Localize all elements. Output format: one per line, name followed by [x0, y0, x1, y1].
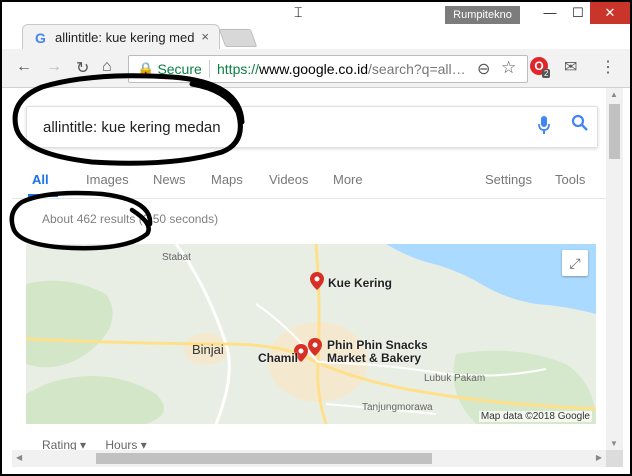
map-town-lubuk-pakam: Lubuk Pakam — [424, 373, 486, 384]
zoom-icon[interactable]: ⊖ — [477, 59, 490, 79]
secure-indicator[interactable]: 🔒 Secure — [137, 61, 202, 78]
map-place-phin-phin-line1[interactable]: Phin Phin Snacks — [327, 338, 428, 352]
scroll-left-icon[interactable]: ◀ — [16, 453, 22, 462]
map-pin-icon[interactable] — [310, 272, 324, 290]
url-path: /search?q=all… — [367, 61, 466, 77]
scroll-down-icon[interactable]: ▼ — [610, 439, 618, 448]
horizontal-scroll-thumb[interactable] — [96, 453, 432, 464]
map-place-phin-phin-line2[interactable]: Market & Bakery — [327, 351, 421, 365]
text-cursor-icon: ⌶ — [294, 4, 303, 20]
map-pin-icon[interactable] — [308, 338, 322, 356]
filter-hours[interactable]: Hours ▾ — [105, 438, 146, 450]
map-panel[interactable]: Kue Kering Phin Phin Snacks Market & Bak… — [26, 244, 596, 424]
close-window-button[interactable]: ✕ — [590, 2, 630, 24]
new-tab-button[interactable] — [218, 29, 258, 47]
tab-more[interactable]: More — [333, 172, 363, 187]
expand-map-icon[interactable]: ⤢ — [562, 250, 588, 276]
title-bar: ⌶ G allintitle: kue kering med × Rumpite… — [2, 2, 630, 51]
scroll-up-icon[interactable]: ▲ — [610, 90, 618, 99]
tab-close-icon[interactable]: × — [201, 29, 209, 44]
scroll-corner — [606, 450, 623, 467]
map-attribution: Map data ©2018 Google — [478, 411, 592, 422]
tab-title: allintitle: kue kering med — [55, 30, 195, 45]
horizontal-scrollbar[interactable]: ◀ ▶ — [12, 450, 606, 467]
map-town-tanjungmorawa: Tanjungmorawa — [362, 402, 433, 413]
tab-settings[interactable]: Settings — [485, 172, 532, 187]
mail-icon[interactable]: ✉ — [564, 57, 577, 77]
menu-icon[interactable]: ⋮ — [600, 57, 616, 77]
tab-maps[interactable]: Maps — [211, 172, 243, 187]
bookmark-star-icon[interactable]: ☆ — [501, 58, 516, 78]
map-town-binjai: Binjai — [192, 342, 224, 357]
microphone-icon[interactable] — [537, 115, 551, 140]
browser-tab[interactable]: G allintitle: kue kering med × — [22, 24, 220, 51]
search-box[interactable]: allintitle: kue kering medan — [26, 106, 598, 148]
back-icon[interactable]: ← — [16, 58, 32, 76]
url-host: www.google.co.id — [259, 61, 368, 77]
reload-icon[interactable]: ↻ — [76, 58, 89, 78]
map-filters: Rating ▾ Hours ▾ — [42, 438, 163, 450]
forward-icon[interactable]: → — [46, 58, 62, 76]
browser-window: ⌶ G allintitle: kue kering med × Rumpite… — [2, 2, 630, 474]
map-graphic — [26, 244, 596, 424]
profile-name[interactable]: Rumpitekno — [445, 6, 520, 24]
url-scheme: https:// — [217, 61, 260, 77]
address-bar[interactable]: 🔒 Secure https://www.google.co.id/search?… — [128, 55, 528, 83]
map-place-kue-kering[interactable]: Kue Kering — [328, 276, 392, 290]
tab-videos[interactable]: Videos — [269, 172, 309, 187]
url-text[interactable]: https://www.google.co.id/search?q=all… — [217, 61, 467, 77]
google-favicon-icon: G — [35, 30, 46, 46]
omnibox-divider — [209, 60, 210, 78]
tab-all[interactable]: All — [32, 172, 49, 187]
search-icon[interactable] — [571, 114, 589, 137]
lock-icon: 🔒 — [137, 61, 155, 77]
extension-badge: 2 — [542, 69, 551, 78]
browser-toolbar: ← → ↻ ⌂ 🔒 Secure https://www.google.co.id… — [2, 49, 630, 88]
active-tab-indicator — [28, 194, 58, 197]
scroll-right-icon[interactable]: ▶ — [596, 453, 602, 462]
secure-label: Secure — [157, 61, 202, 77]
result-stats: About 462 results (0.50 seconds) — [42, 212, 219, 226]
tab-images[interactable]: Images — [86, 172, 129, 187]
map-place-chamil[interactable]: Chamil — [258, 351, 298, 365]
filter-rating[interactable]: Rating ▾ — [42, 438, 86, 450]
tab-news[interactable]: News — [153, 172, 186, 187]
page-content: allintitle: kue kering medan All Images … — [12, 88, 606, 450]
search-tabs: All Images News Maps Videos More Setting… — [12, 170, 606, 199]
vertical-scrollbar[interactable]: ▲ ▼ — [606, 88, 623, 450]
tab-tools[interactable]: Tools — [555, 172, 585, 187]
map-town-stabat: Stabat — [162, 252, 191, 263]
home-icon[interactable]: ⌂ — [102, 58, 112, 76]
search-input[interactable]: allintitle: kue kering medan — [43, 119, 221, 136]
vertical-scroll-thumb[interactable] — [609, 104, 620, 159]
